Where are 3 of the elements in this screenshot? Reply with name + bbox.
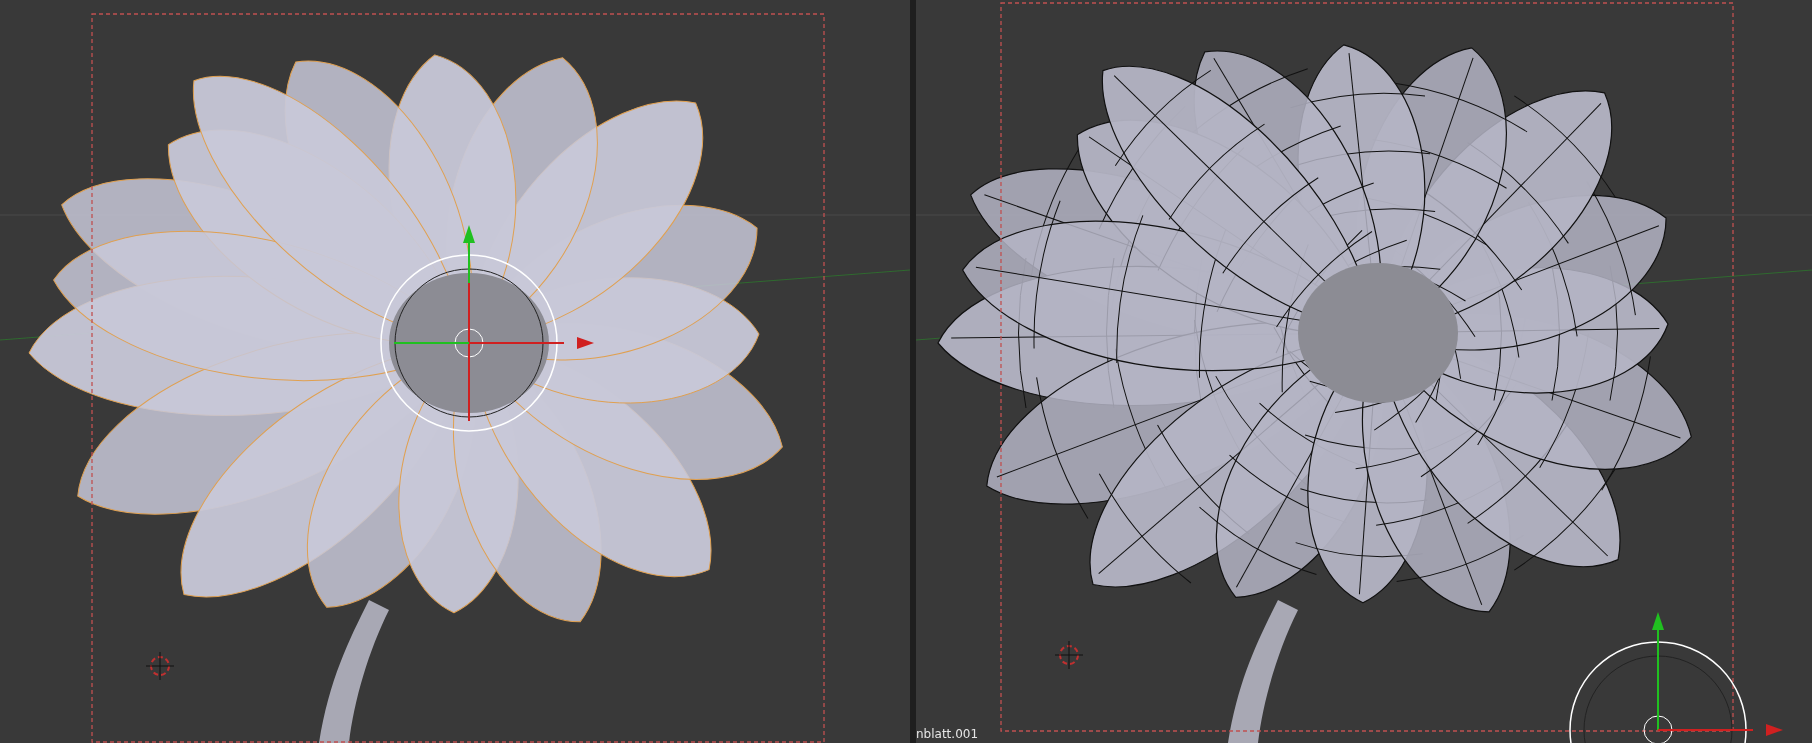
3d-cursor-icon: [145, 651, 175, 681]
3d-cursor-icon: [1054, 640, 1084, 670]
object-name: nblatt.001: [916, 727, 979, 741]
